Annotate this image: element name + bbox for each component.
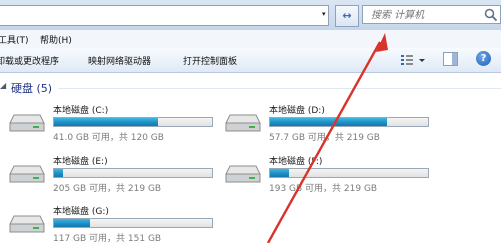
free-space-text: 205 GB 可用，共 219 GB [53, 184, 162, 194]
hard-drive-icon [9, 165, 45, 183]
usage-bar [269, 168, 429, 178]
hard-drive-icon [9, 215, 45, 233]
drive-name: 本地磁盘 (D:) [269, 106, 325, 116]
command-bar: 卸载或更改程序 映射网络驱动器 打开控制面板 ? [0, 48, 501, 73]
free-space-text: 193 GB 可用，共 219 GB [269, 184, 378, 194]
drive-name: 本地磁盘 (C:) [53, 106, 109, 116]
usage-bar-fill [54, 169, 64, 177]
refresh-button[interactable]: ↔ [335, 5, 359, 27]
open-control-panel-button[interactable]: 打开控制面板 [183, 54, 237, 67]
view-list-icon [401, 55, 425, 65]
preview-pane-button[interactable] [443, 52, 458, 66]
drive-item-g[interactable]: 本地磁盘 (G:) 117 GB 可用，共 151 GB [9, 204, 213, 244]
address-field[interactable] [0, 5, 329, 26]
free-space-text: 41.0 GB 可用，共 120 GB [53, 133, 164, 143]
refresh-icon: ↔ [342, 9, 352, 22]
drive-name: 本地磁盘 (F:) [269, 157, 323, 167]
hard-disks-group-header[interactable]: ◢ 硬盘 (5) [0, 79, 501, 95]
drive-name: 本地磁盘 (E:) [53, 157, 108, 167]
free-space-text: 57.7 GB 可用，共 219 GB [269, 133, 380, 143]
usage-bar [53, 117, 213, 127]
drive-list-pane: ◢ 硬盘 (5) 本地磁盘 (C:) 41.0 GB 可用，共 120 GB 本… [0, 73, 501, 244]
drive-name: 本地磁盘 (G:) [53, 207, 109, 217]
usage-bar-fill [54, 118, 159, 126]
usage-bar [53, 218, 213, 228]
uninstall-program-button[interactable]: 卸载或更改程序 [0, 54, 59, 67]
drive-item-d[interactable]: 本地磁盘 (D:) 57.7 GB 可用，共 219 GB [225, 103, 429, 143]
usage-bar-fill [270, 169, 289, 177]
hard-drive-icon [9, 114, 45, 132]
drive-item-e[interactable]: 本地磁盘 (E:) 205 GB 可用，共 219 GB [9, 154, 213, 194]
usage-bar [269, 117, 429, 127]
search-icon[interactable] [484, 8, 498, 22]
menu-item-tools[interactable]: 工具(T) [0, 33, 29, 46]
group-title: 硬盘 (5) [11, 82, 53, 95]
usage-bar-fill [270, 118, 387, 126]
drive-item-c[interactable]: 本地磁盘 (C:) 41.0 GB 可用，共 120 GB [9, 103, 213, 143]
usage-bar [53, 168, 213, 178]
map-network-drive-button[interactable]: 映射网络驱动器 [88, 54, 151, 67]
view-options-button[interactable] [400, 53, 426, 67]
search-box[interactable] [362, 5, 501, 24]
hard-drive-icon [225, 114, 261, 132]
menu-item-help[interactable]: 帮助(H) [40, 33, 72, 46]
help-button[interactable]: ? [476, 51, 491, 66]
collapse-triangle-icon[interactable]: ◢ [0, 81, 6, 90]
usage-bar-fill [54, 219, 91, 227]
address-bar-strip: ▾ ↔ [0, 0, 501, 31]
address-dropdown-icon[interactable]: ▾ [322, 10, 326, 18]
help-icon: ? [480, 53, 487, 64]
hard-drive-icon [225, 165, 261, 183]
search-input[interactable] [369, 9, 483, 22]
group-divider [58, 88, 501, 89]
drive-item-f[interactable]: 本地磁盘 (F:) 193 GB 可用，共 219 GB [225, 154, 429, 194]
free-space-text: 117 GB 可用，共 151 GB [53, 234, 162, 244]
menu-bar: 工具(T) 帮助(H) [0, 30, 501, 49]
